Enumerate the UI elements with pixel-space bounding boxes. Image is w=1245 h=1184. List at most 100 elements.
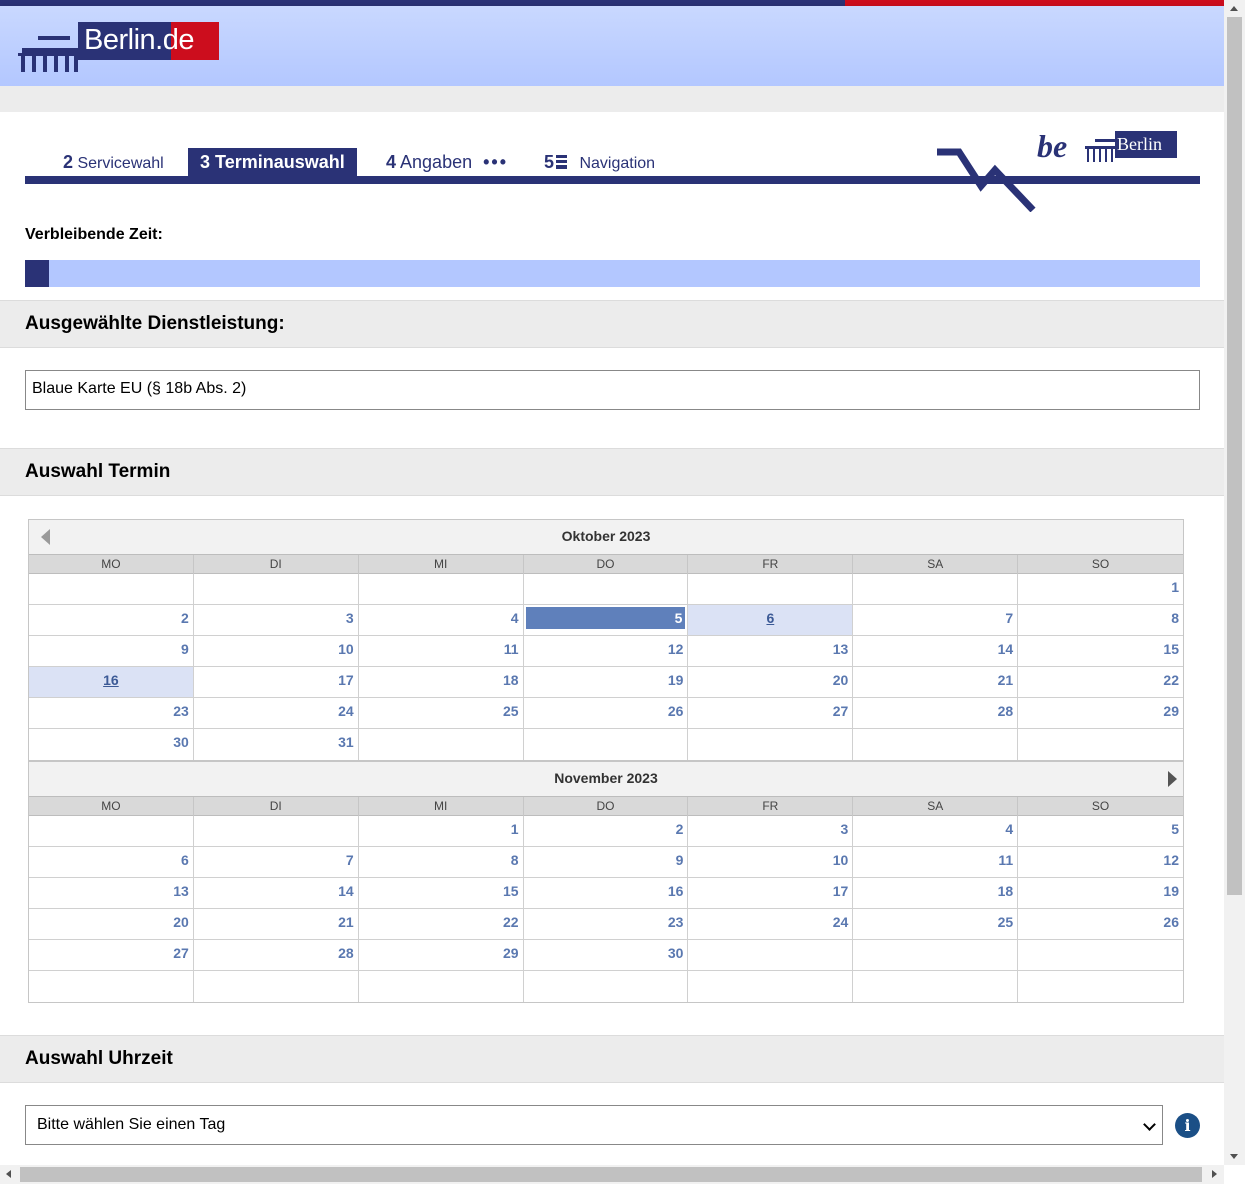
calendar-day bbox=[359, 574, 524, 604]
calendar-day: 31 bbox=[194, 729, 359, 760]
calendar-day: 17 bbox=[688, 878, 854, 908]
calendar-day-bookable[interactable]: 6 bbox=[688, 605, 854, 635]
calendar-day: 4 bbox=[853, 816, 1019, 846]
horizontal-scrollbar[interactable] bbox=[0, 1165, 1224, 1184]
calendar-grid: 1 2 3 4 5 6 7 8 9 10 11 12 13 14 15 16 17 18 19 20 21 22 23 24 2… bbox=[29, 816, 1183, 1002]
calendar-day: 23 bbox=[524, 909, 689, 939]
calendar-day bbox=[29, 971, 194, 1002]
step-terminauswahl-active: 3 Terminauswahl bbox=[188, 148, 357, 176]
brandenburg-gate-icon bbox=[18, 36, 78, 72]
calendar-day: 16 bbox=[524, 878, 689, 908]
calendar-day: 28 bbox=[853, 698, 1019, 728]
selected-service: Blaue Karte EU (§ 18b Abs. 2) bbox=[25, 370, 1200, 410]
next-month-icon[interactable] bbox=[1168, 771, 1177, 787]
calendar-day bbox=[359, 729, 524, 760]
calendar-day bbox=[194, 574, 359, 604]
weekday-label: SO bbox=[1091, 799, 1110, 813]
calendar-week-row: 30 31 bbox=[29, 729, 1183, 760]
calendar-grid: 1 2 3 4 5 6 7 8 9 10 11 12 13 14 15 16 17 18 19 20 21 22 23 24 2… bbox=[29, 574, 1183, 760]
calendar-day: 30 bbox=[524, 940, 689, 970]
calendar-day-today: 5 bbox=[524, 605, 689, 635]
calendar-day: 29 bbox=[359, 940, 524, 970]
bookable-day-link[interactable]: 6 bbox=[766, 610, 774, 626]
weekday-label: MO bbox=[29, 555, 194, 574]
calendar-day: 25 bbox=[853, 909, 1019, 939]
vertical-scrollbar[interactable] bbox=[1224, 0, 1245, 1165]
weekday-label: MI bbox=[359, 797, 524, 816]
calendar-day bbox=[194, 971, 359, 1002]
calendar-day: 25 bbox=[359, 698, 524, 728]
calendar-day: 4 bbox=[359, 605, 524, 635]
horizontal-scroll-thumb[interactable] bbox=[20, 1167, 1202, 1182]
calendar-week-row: 27 28 29 30 bbox=[29, 940, 1183, 971]
calendar-section-header: Auswahl Termin bbox=[0, 448, 1224, 496]
calendar-day: 15 bbox=[359, 878, 524, 908]
weekday-header: MO DI MI DO FR SA SO bbox=[29, 797, 1183, 816]
scroll-up-icon[interactable] bbox=[1230, 6, 1238, 11]
be-berlin-gate-icon bbox=[1085, 139, 1117, 162]
calendar-day: 8 bbox=[359, 847, 524, 877]
calendar-week-row: 9 10 11 12 13 14 15 bbox=[29, 636, 1183, 667]
calendar-day bbox=[688, 971, 854, 1002]
time-heading: Auswahl Uhrzeit bbox=[25, 1048, 173, 1069]
time-select-value: Bitte wählen Sie einen Tag bbox=[37, 1116, 226, 1133]
ellipsis-icon: ••• bbox=[483, 152, 509, 172]
scroll-down-icon[interactable] bbox=[1230, 1154, 1238, 1159]
calendar-week-row: 23 24 25 26 27 28 29 bbox=[29, 698, 1183, 729]
month-header: Oktober 2023 bbox=[29, 520, 1183, 555]
calendar-day: 19 bbox=[524, 667, 689, 697]
calendar-day: 27 bbox=[688, 698, 854, 728]
weekday-label: MI bbox=[359, 555, 524, 574]
calendar-day: 11 bbox=[359, 636, 524, 666]
month-title: Oktober 2023 bbox=[561, 528, 651, 544]
calendar-day: 23 bbox=[29, 698, 194, 728]
weekday-label: DI bbox=[194, 555, 359, 574]
calendar-day: 12 bbox=[524, 636, 689, 666]
calendar-day: 27 bbox=[29, 940, 194, 970]
calendar-week-row: 16 17 18 19 20 21 22 bbox=[29, 667, 1183, 698]
calendar-day: 28 bbox=[194, 940, 359, 970]
vertical-scroll-thumb[interactable] bbox=[1227, 17, 1242, 895]
calendar-day: 9 bbox=[524, 847, 689, 877]
calendar-month-november: November 2023 MO DI MI DO FR SA SO 1 2 3 4 5 6 7 8 9 10… bbox=[28, 761, 1184, 1003]
time-section-header: Auswahl Uhrzeit bbox=[0, 1035, 1224, 1083]
calendar-day bbox=[29, 816, 194, 846]
time-select[interactable]: Bitte wählen Sie einen Tag bbox=[25, 1105, 1163, 1145]
calendar-day: 6 bbox=[29, 847, 194, 877]
logo-text: Berlin.de bbox=[84, 24, 194, 56]
calendar-day bbox=[194, 816, 359, 846]
weekday-label: DO bbox=[524, 555, 689, 574]
scroll-right-icon[interactable] bbox=[1212, 1170, 1217, 1178]
calendar-day: 3 bbox=[688, 816, 854, 846]
info-icon[interactable]: i bbox=[1175, 1113, 1200, 1138]
calendar-day bbox=[688, 574, 854, 604]
calendar-day bbox=[853, 574, 1019, 604]
calendar-day bbox=[524, 729, 689, 760]
menu-icon bbox=[556, 155, 568, 169]
calendar-day: 12 bbox=[1163, 852, 1179, 868]
calendar-day: 22 bbox=[359, 909, 524, 939]
calendar-week-row: 20 21 22 23 24 25 26 bbox=[29, 909, 1183, 940]
month-header: November 2023 bbox=[29, 762, 1183, 797]
calendar-day: 29 bbox=[1163, 703, 1179, 719]
bookable-day-link[interactable]: 16 bbox=[103, 672, 119, 688]
scroll-left-icon[interactable] bbox=[6, 1170, 11, 1178]
step-angaben: 4 Angaben ••• bbox=[386, 148, 508, 176]
step-navigation: 2 Servicewahl 3 Terminauswahl 4 Angaben … bbox=[25, 148, 1200, 212]
scrollbar-corner bbox=[1224, 1165, 1245, 1184]
calendar-day: 2 bbox=[29, 605, 194, 635]
calendar-day-bookable[interactable]: 16 bbox=[29, 667, 194, 697]
step-servicewahl[interactable]: 2 Servicewahl bbox=[63, 148, 164, 176]
berlin-de-logo[interactable]: Berlin.de bbox=[18, 22, 219, 72]
weekday-label: DI bbox=[194, 797, 359, 816]
remaining-time-bar bbox=[25, 260, 1200, 287]
step-navigation-item: 5 Navigation bbox=[544, 152, 656, 172]
calendar-day bbox=[29, 574, 194, 604]
calendar-day: 24 bbox=[194, 698, 359, 728]
calendar-day bbox=[1018, 940, 1183, 970]
weekday-label: SO bbox=[1091, 557, 1110, 571]
calendar-week-row: 13 14 15 16 17 18 19 bbox=[29, 878, 1183, 909]
calendar-day: 13 bbox=[688, 636, 854, 666]
site-header: Berlin.de bbox=[0, 6, 1224, 86]
calendar-day: 20 bbox=[29, 909, 194, 939]
